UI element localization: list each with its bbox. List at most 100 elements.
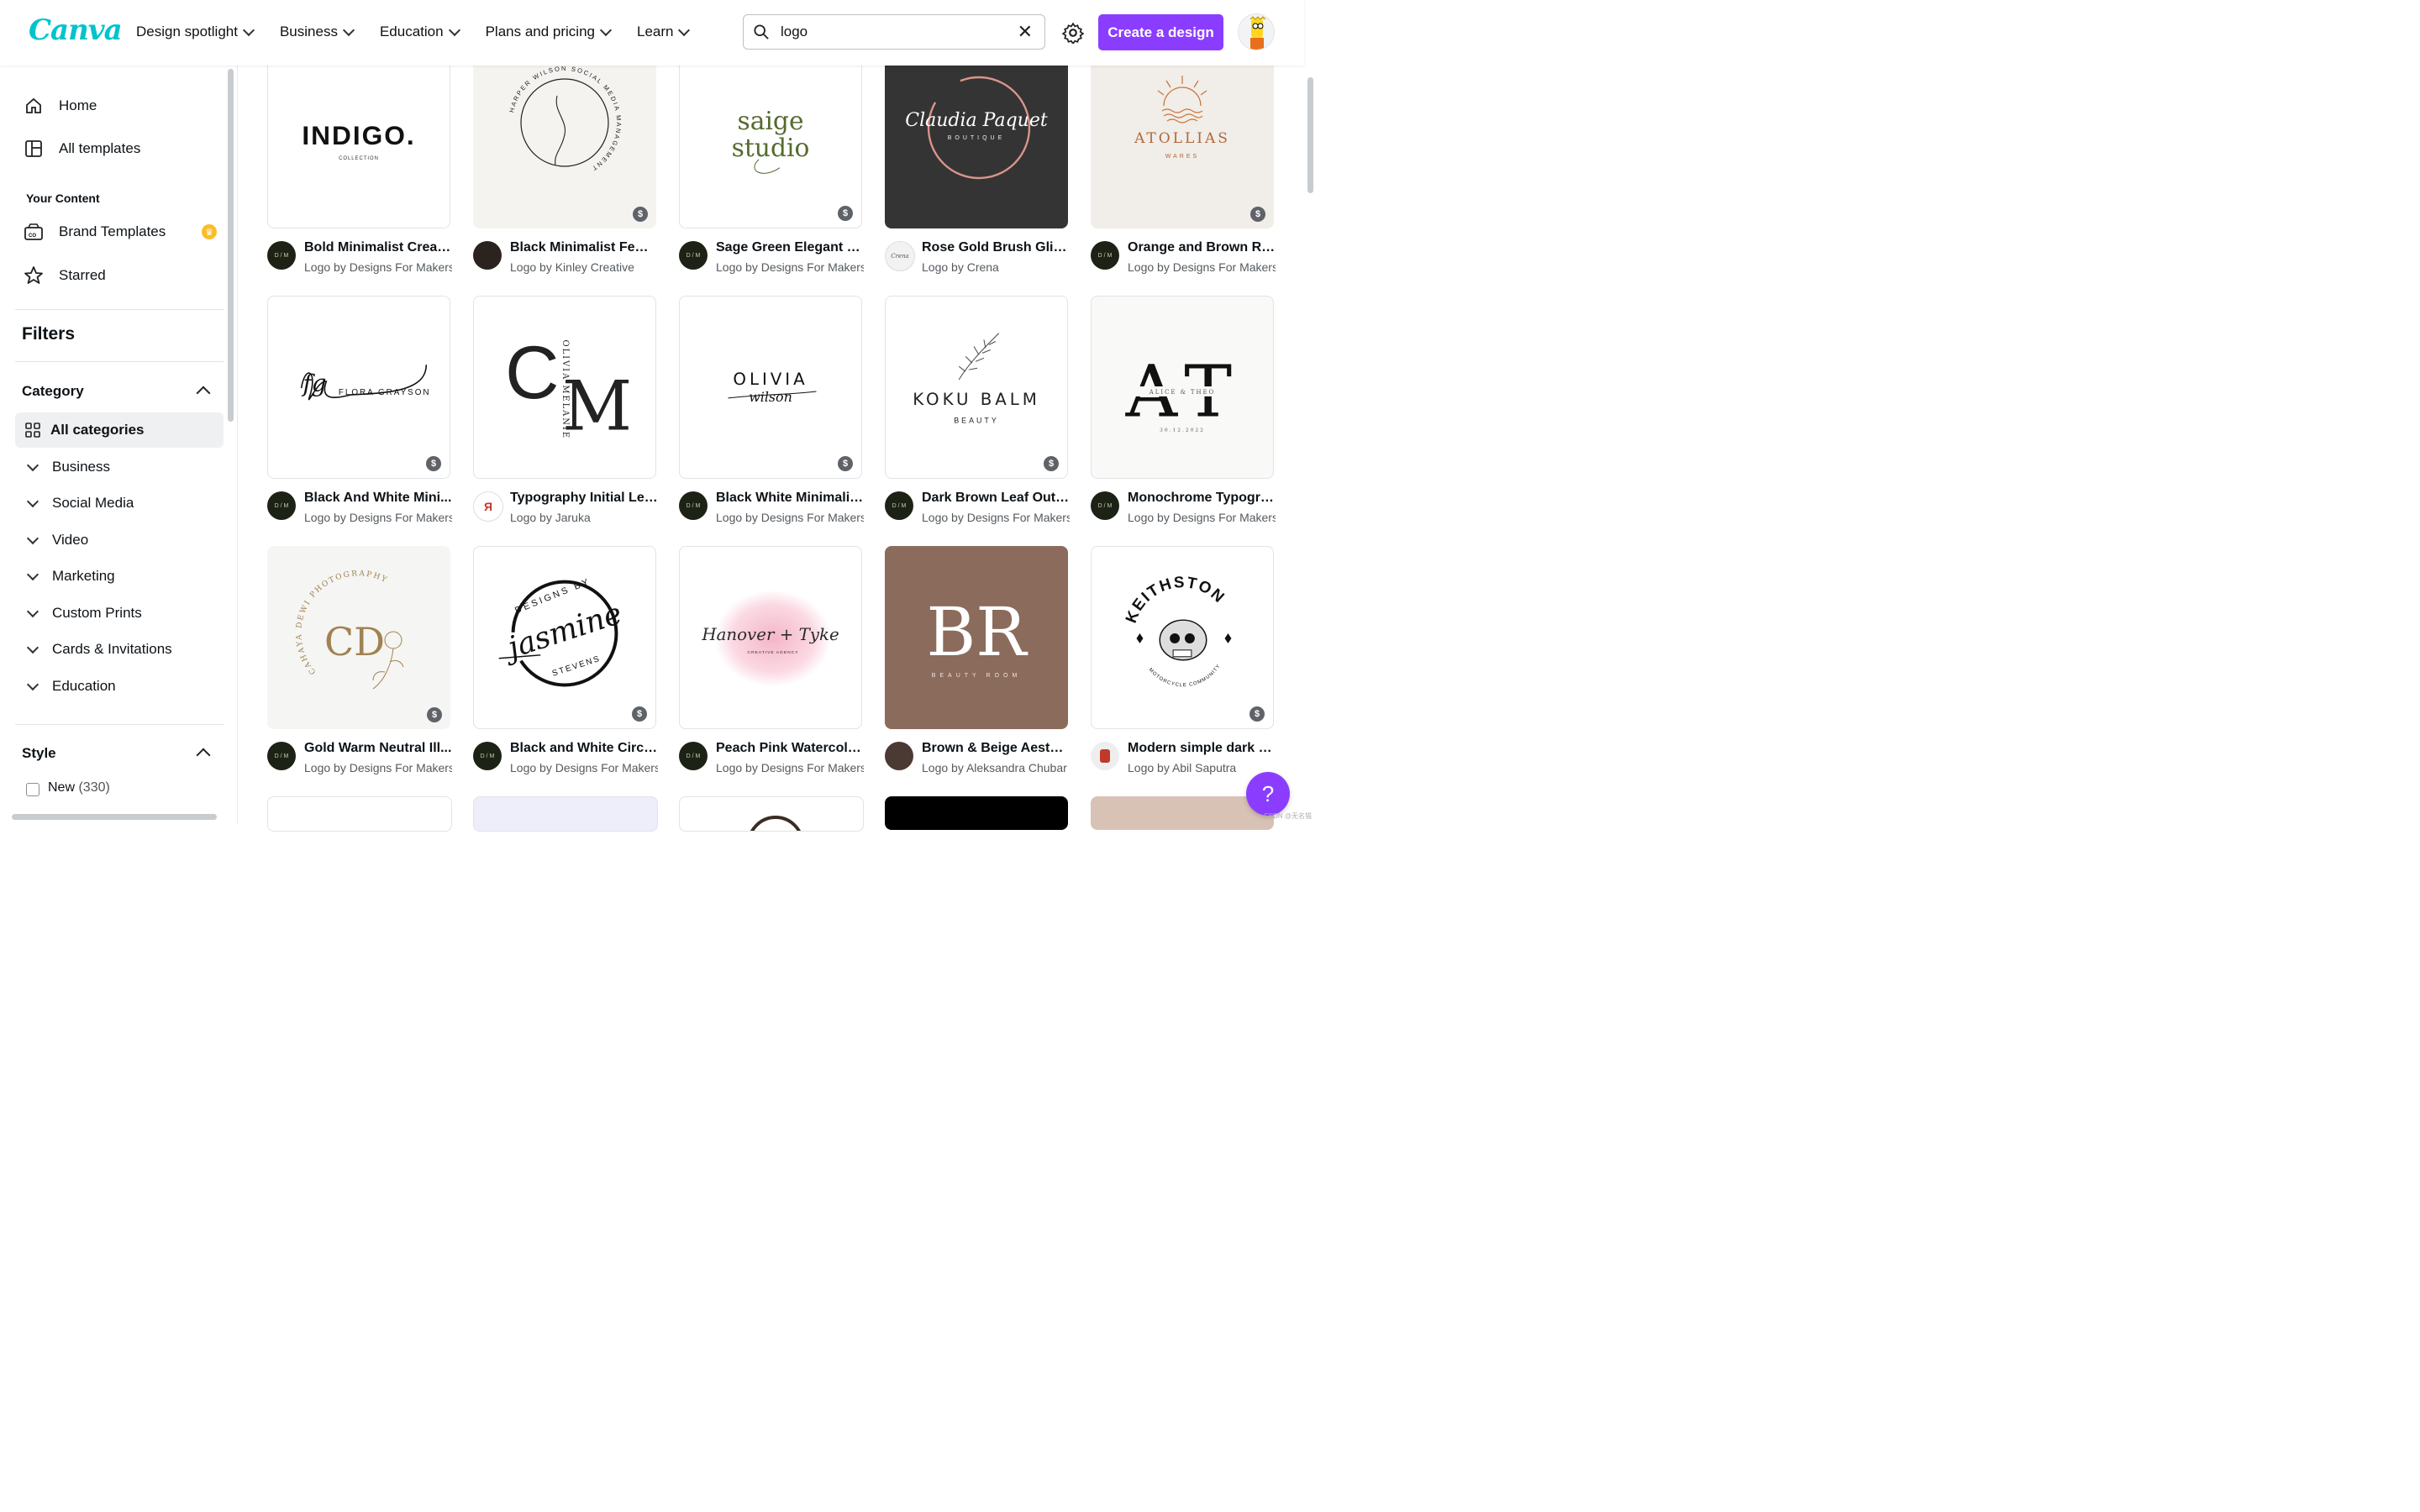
template-card[interactable]: C M OLIVIA MELANIE Я Typography Initial Let.…: [473, 296, 658, 533]
template-author[interactable]: Logo by Designs For Makers: [304, 761, 452, 774]
template-thumbnail[interactable]: CAHAYA DEWI PHOTOGRAPHY CD $: [267, 546, 450, 729]
template-author[interactable]: Logo by Abil Saputra: [1128, 761, 1276, 774]
template-card[interactable]: HARPER WILSON SOCIAL MEDIA MANAGEMENT $ Bl…: [473, 45, 658, 282]
template-author[interactable]: Logo by Designs For Makers: [716, 761, 864, 774]
template-card[interactable]: CAHAYA DEWI PHOTOGRAPHY CD $ D / M Gold Warm…: [267, 546, 452, 783]
template-thumbnail[interactable]: INDIGO. COLLECTION: [267, 45, 450, 228]
template-thumb-partial[interactable]: [473, 796, 658, 832]
category-social-media[interactable]: Social Media: [15, 486, 224, 521]
template-author[interactable]: Logo by Designs For Makers: [922, 511, 1070, 524]
create-design-button[interactable]: Create a design: [1098, 14, 1223, 50]
template-title[interactable]: Brown & Beige Aesthe...: [922, 741, 1070, 756]
template-thumbnail[interactable]: OLIVIA wilson $: [679, 296, 862, 479]
style-title[interactable]: Style: [22, 745, 56, 762]
template-title[interactable]: Dark Brown Leaf Outli...: [922, 491, 1070, 506]
creator-avatar[interactable]: D / M: [1091, 241, 1119, 270]
template-card[interactable]: saige studio $ D / M Sage Green Elegant M...…: [679, 45, 864, 282]
sidebar-item-home[interactable]: Home: [15, 87, 224, 124]
creator-avatar[interactable]: D / M: [267, 241, 296, 270]
creator-avatar[interactable]: [1091, 742, 1119, 770]
template-title[interactable]: Peach Pink Watercolo...: [716, 741, 864, 756]
template-thumbnail[interactable]: HARPER WILSON SOCIAL MEDIA MANAGEMENT $: [473, 45, 656, 228]
chevron-up-icon[interactable]: [196, 748, 211, 763]
category-video[interactable]: Video: [15, 522, 224, 558]
template-author[interactable]: Logo by Designs For Makers: [1128, 511, 1276, 524]
creator-avatar[interactable]: D / M: [679, 491, 708, 520]
category-all[interactable]: All categories: [15, 412, 224, 448]
nav-learn[interactable]: Learn: [637, 24, 691, 40]
template-thumb-partial[interactable]: [679, 796, 864, 832]
template-title[interactable]: Monochrome Typogra...: [1128, 491, 1276, 506]
template-title[interactable]: Black White Minimalis...: [716, 491, 864, 506]
category-custom-prints[interactable]: Custom Prints: [15, 596, 224, 631]
nav-design-spotlight[interactable]: Design spotlight: [136, 24, 255, 40]
template-card[interactable]: fg FLORA GRAYSON $ D / M Black And White Min…: [267, 296, 452, 533]
sidebar-item-starred[interactable]: Starred: [15, 257, 224, 294]
template-title[interactable]: Typography Initial Let...: [510, 491, 658, 506]
new-checkbox[interactable]: [26, 783, 39, 796]
creator-avatar[interactable]: D / M: [679, 241, 708, 270]
template-card[interactable]: BR BEAUTY ROOM Brown & Beige Aesthe... Logo…: [885, 546, 1070, 783]
creator-avatar[interactable]: D / M: [885, 491, 913, 520]
canva-logo[interactable]: Canva: [29, 13, 123, 47]
sidebar-item-brand-templates[interactable]: CO Brand Templates ♛: [15, 213, 224, 250]
chevron-up-icon[interactable]: [196, 386, 211, 401]
template-card[interactable]: INDIGO. COLLECTION D / M Bold Minimalist Cr…: [267, 45, 452, 282]
template-thumb-partial[interactable]: [885, 796, 1068, 830]
template-card[interactable]: KOKU BALM BEAUTY $ D / M Dark Brown Leaf Out…: [885, 296, 1070, 533]
template-author[interactable]: Logo by Designs For Makers: [716, 260, 864, 274]
nav-business[interactable]: Business: [280, 24, 355, 40]
template-author[interactable]: Logo by Crena: [922, 260, 1070, 274]
creator-avatar[interactable]: D / M: [267, 491, 296, 520]
main-scrollbar[interactable]: [1307, 77, 1313, 193]
template-thumb-partial[interactable]: [267, 796, 452, 832]
template-card[interactable]: OLIVIA wilson $ D / M Black White Minimalis.…: [679, 296, 864, 533]
template-title[interactable]: Orange and Brown Re...: [1128, 240, 1276, 255]
creator-avatar[interactable]: D / M: [1091, 491, 1119, 520]
template-card[interactable]: ATOLLIAS WARES $ D / M Orange and Brown Re..…: [1091, 45, 1276, 282]
template-card[interactable]: Claudia Paquet BOUTIQUE Crena Rose Gold Bru…: [885, 45, 1070, 282]
creator-avatar[interactable]: [885, 742, 913, 770]
creator-avatar[interactable]: Crena: [885, 241, 915, 271]
creator-avatar[interactable]: [473, 241, 502, 270]
category-cards-invitations[interactable]: Cards & Invitations: [15, 632, 224, 667]
sidebar-item-all-templates[interactable]: All templates: [15, 130, 224, 167]
template-card[interactable]: Hanover + Tyke CREATIVE AGENCY D / M Peach …: [679, 546, 864, 783]
gear-icon[interactable]: [1062, 22, 1084, 44]
template-thumbnail[interactable]: BR BEAUTY ROOM: [885, 546, 1068, 729]
template-card[interactable]: ATALICE & THEO30.12.2022D / MMonochrome …: [1091, 296, 1276, 533]
template-thumbnail[interactable]: Hanover + Tyke CREATIVE AGENCY: [679, 546, 862, 729]
template-title[interactable]: Black And White Mini...: [304, 491, 452, 506]
template-title[interactable]: Modern simple dark k...: [1128, 741, 1276, 756]
category-title[interactable]: Category: [22, 383, 84, 400]
template-author[interactable]: Logo by Designs For Makers: [716, 511, 864, 524]
template-thumbnail[interactable]: C M OLIVIA MELANIE: [473, 296, 656, 479]
category-marketing[interactable]: Marketing: [15, 559, 224, 594]
close-icon[interactable]: ✕: [1018, 21, 1033, 43]
template-title[interactable]: Black and White Circu...: [510, 741, 658, 756]
search-input[interactable]: [779, 23, 1018, 41]
template-author[interactable]: Logo by Kinley Creative: [510, 260, 658, 274]
template-author[interactable]: Logo by Designs For Makers: [304, 511, 452, 524]
creator-avatar[interactable]: D / M: [473, 742, 502, 770]
sidebar-scrollbar[interactable]: [228, 69, 234, 422]
template-card[interactable]: DESIGNS BY jasmine STEVENS $ D / M Black and …: [473, 546, 658, 783]
template-thumbnail[interactable]: KEITHSTON MOTORCYCLE COMMUNITY $: [1091, 546, 1274, 729]
template-thumbnail[interactable]: Claudia Paquet BOUTIQUE: [885, 45, 1068, 228]
template-thumb-partial[interactable]: [1091, 796, 1274, 830]
nav-education[interactable]: Education: [380, 24, 460, 40]
template-title[interactable]: Sage Green Elegant M...: [716, 240, 864, 255]
template-author[interactable]: Logo by Designs For Makers: [304, 260, 452, 274]
help-button[interactable]: ?: [1246, 772, 1290, 816]
template-thumbnail[interactable]: KOKU BALM BEAUTY $: [885, 296, 1068, 479]
creator-avatar[interactable]: D / M: [267, 742, 296, 770]
template-title[interactable]: Gold Warm Neutral Ill...: [304, 741, 452, 756]
category-education[interactable]: Education: [15, 669, 224, 704]
template-title[interactable]: Bold Minimalist Creat...: [304, 240, 452, 255]
template-author[interactable]: Logo by Designs For Makers: [510, 761, 658, 774]
template-author[interactable]: Logo by Designs For Makers: [1128, 260, 1276, 274]
template-title[interactable]: Rose Gold Brush Glitt...: [922, 240, 1070, 255]
template-thumbnail[interactable]: DESIGNS BY jasmine STEVENS $: [473, 546, 656, 729]
template-thumbnail[interactable]: saige studio $: [679, 45, 862, 228]
template-author[interactable]: Logo by Jaruka: [510, 511, 658, 524]
